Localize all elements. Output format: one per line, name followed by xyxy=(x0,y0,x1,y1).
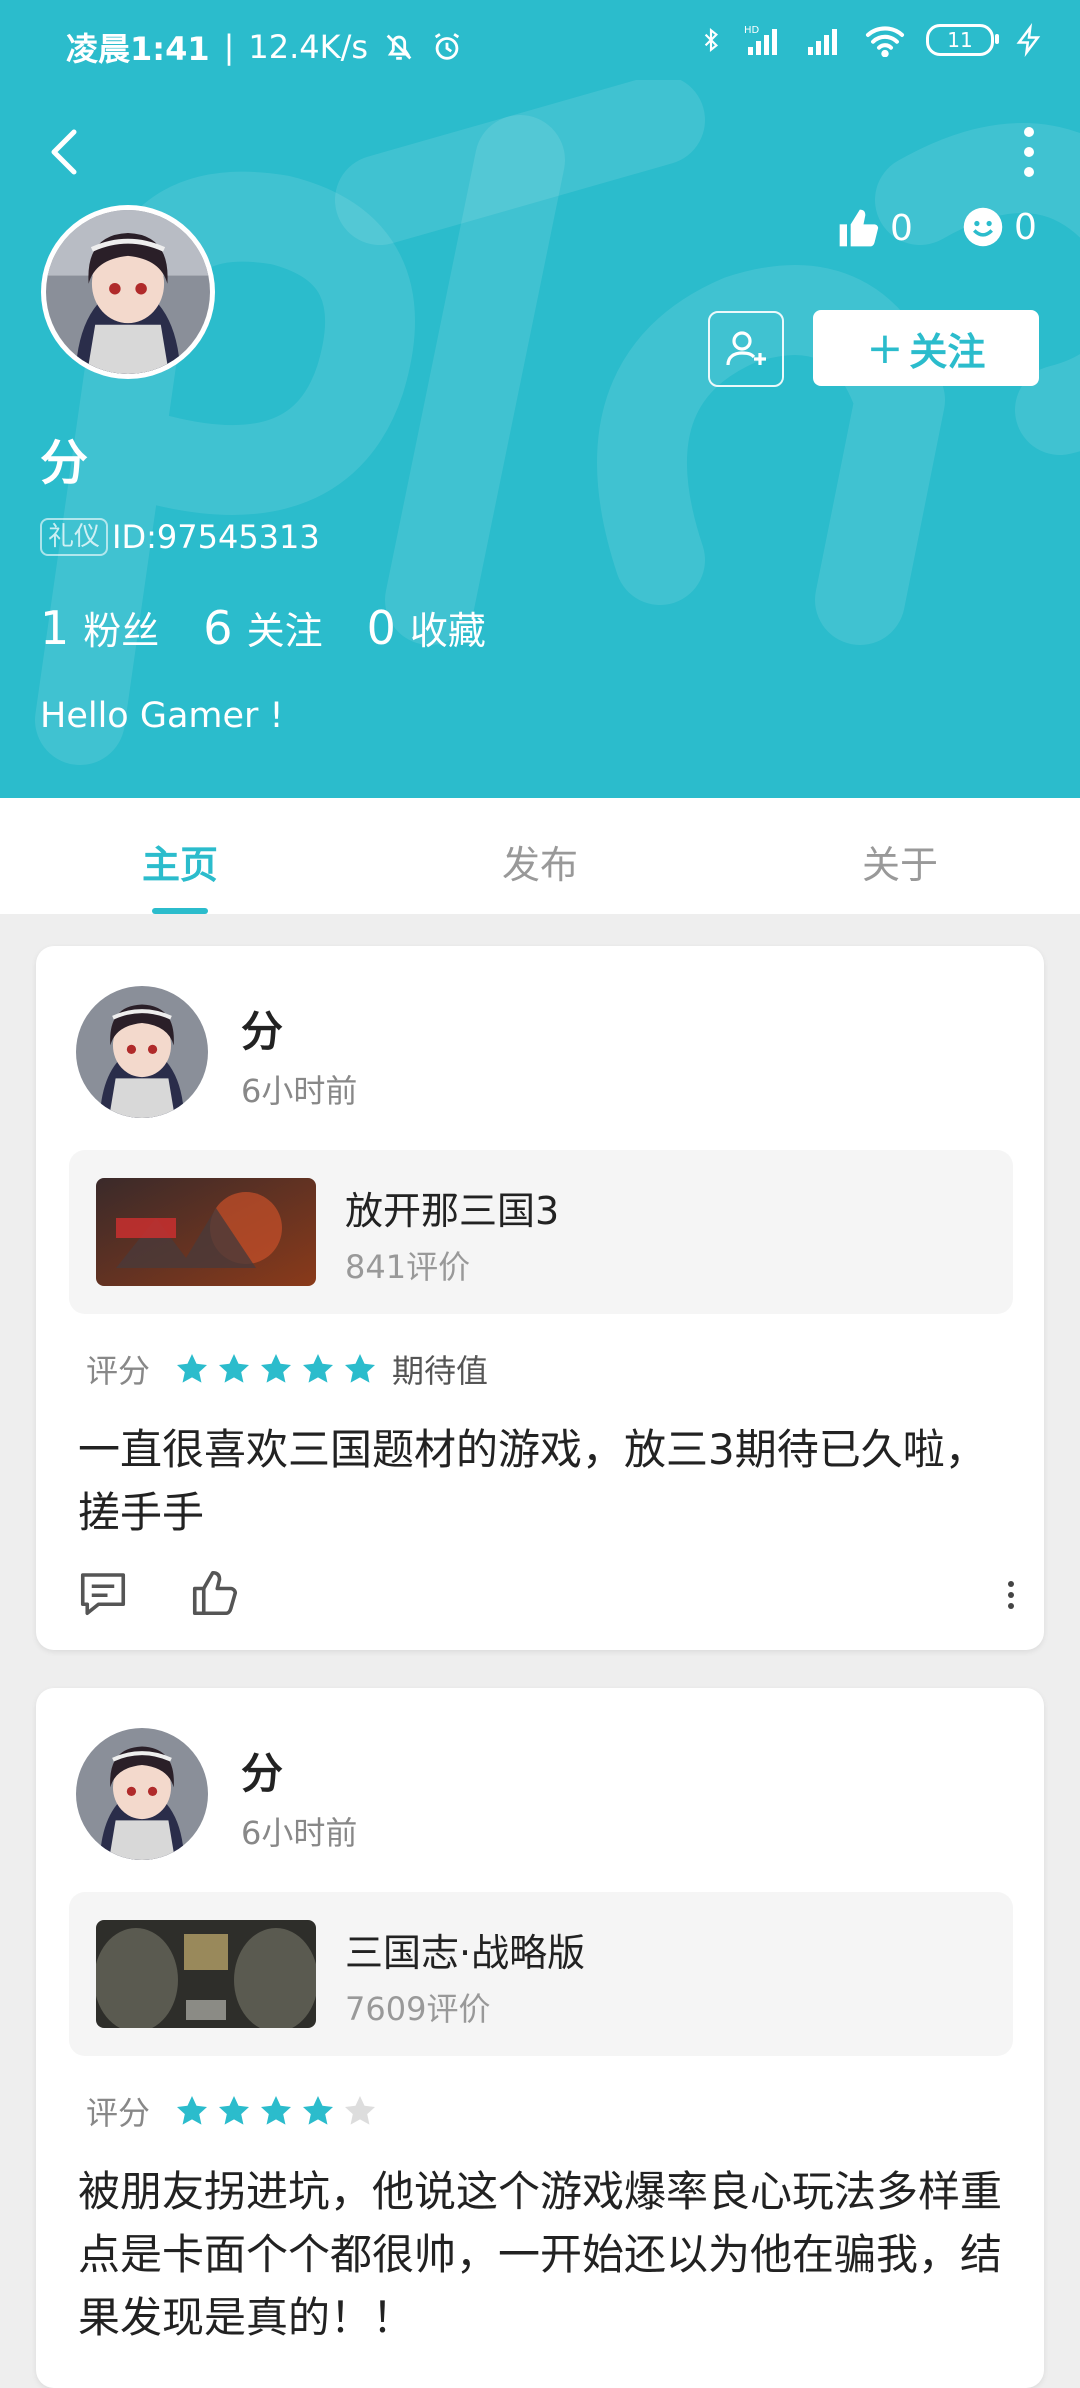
favorites-label[interactable]: 收藏 xyxy=(410,600,486,655)
game-image xyxy=(96,1920,316,2028)
more-vertical-icon[interactable] xyxy=(1006,1580,1016,1610)
rating-label: 评分 xyxy=(86,2094,151,2132)
author-avatar[interactable] xyxy=(76,986,208,1118)
post-time: 6小时前 xyxy=(241,1814,358,1852)
review-text[interactable]: 被朋友拐进坑，他说这个游戏爆率良心玩法多样重点是卡面个个都很帅，一开始还以为他在… xyxy=(78,2160,1008,2349)
star-rating xyxy=(174,1351,378,1387)
wifi-icon xyxy=(865,26,905,57)
follow-button[interactable]: + 关注 xyxy=(813,310,1039,386)
game-name: 放开那三国3 xyxy=(345,1189,560,1233)
thumbs-up-icon[interactable] xyxy=(188,1566,242,1620)
game-link[interactable]: 三国志·战略版 7609评价 xyxy=(69,1892,1013,2056)
star-rating xyxy=(174,2093,378,2129)
profile-bio: Hello Gamer ! xyxy=(40,696,284,736)
star-icon xyxy=(345,2096,376,2125)
status-bar: 凌晨1:41 | 12.4K/s HD 11 xyxy=(0,0,1080,90)
hd-signal-icon: HD xyxy=(744,25,777,55)
favorites-count[interactable]: 0 xyxy=(367,601,396,655)
battery-indicator: 11 xyxy=(926,24,999,56)
status-time: 凌晨1:41 xyxy=(66,30,210,68)
author-name[interactable]: 分 xyxy=(241,998,283,1059)
status-net-speed: 12.4K/s xyxy=(248,28,369,66)
profile-id: ID:97545313 xyxy=(112,518,320,556)
rating-row: 评分 xyxy=(86,2088,392,2134)
smiles-count: 0 xyxy=(1014,206,1037,248)
comment-icon[interactable] xyxy=(76,1566,130,1620)
rating-label: 评分 xyxy=(86,1352,151,1390)
avatar-image xyxy=(76,986,208,1118)
star-icon xyxy=(261,2096,292,2125)
bluetooth-icon xyxy=(704,27,719,53)
profile-tabs: 主页 发布 关于 xyxy=(0,798,1080,914)
following-label[interactable]: 关注 xyxy=(247,600,323,655)
add-user-icon xyxy=(726,331,766,366)
game-link[interactable]: 放开那三国3 841评价 xyxy=(69,1150,1013,1314)
back-arrow-icon[interactable] xyxy=(40,122,90,182)
rating-extra: 期待值 xyxy=(392,1352,489,1390)
smile-icon xyxy=(963,207,1003,247)
status-separator: | xyxy=(223,28,235,66)
battery-level: 11 xyxy=(947,28,973,52)
add-friend-button[interactable] xyxy=(708,311,784,387)
tab-posts[interactable]: 发布 xyxy=(502,834,578,889)
author-avatar[interactable] xyxy=(76,1728,208,1860)
likes-stat: 0 xyxy=(836,206,913,250)
svg-text:HD: HD xyxy=(744,25,760,36)
likes-count: 0 xyxy=(890,207,913,249)
review-card[interactable]: 分 6小时前 放开那三国3 841评价 评分 期待值 一直很喜欢三国题材的游戏，… xyxy=(36,946,1044,1650)
game-thumbnail xyxy=(96,1920,316,2028)
more-vertical-icon[interactable] xyxy=(1014,124,1044,180)
game-thumbnail xyxy=(96,1178,316,1286)
game-image xyxy=(96,1178,316,1286)
avatar-image xyxy=(76,1728,208,1860)
star-icon xyxy=(345,1354,376,1383)
star-icon xyxy=(219,1354,250,1383)
tab-indicator xyxy=(152,908,208,914)
signal-icon xyxy=(808,29,837,55)
author-name[interactable]: 分 xyxy=(241,1740,283,1801)
star-icon xyxy=(303,2096,334,2125)
alarm-icon xyxy=(434,33,460,60)
tab-about[interactable]: 关于 xyxy=(862,834,938,889)
profile-username: 分 xyxy=(40,435,89,491)
star-icon xyxy=(261,1354,292,1383)
charging-icon xyxy=(1016,23,1041,57)
following-count[interactable]: 6 xyxy=(203,601,232,655)
profile-header: 凌晨1:41 | 12.4K/s HD 11 0 0 + 关注 分 礼仪 ID:… xyxy=(0,0,1080,798)
id-badge: 礼仪 xyxy=(40,518,109,556)
star-icon xyxy=(177,1354,208,1383)
smiles-stat: 0 xyxy=(962,206,1037,248)
avatar-image xyxy=(46,210,210,374)
profile-avatar[interactable] xyxy=(41,205,215,379)
star-icon xyxy=(219,2096,250,2125)
fans-label[interactable]: 粉丝 xyxy=(83,600,159,655)
thumbs-up-icon xyxy=(839,209,879,247)
rating-row: 评分 期待值 xyxy=(86,1346,488,1392)
profile-id-row: 礼仪 ID:97545313 xyxy=(40,518,320,556)
post-actions xyxy=(76,1566,1016,1626)
tab-home[interactable]: 主页 xyxy=(142,834,218,889)
fans-count[interactable]: 1 xyxy=(40,601,69,655)
post-time: 6小时前 xyxy=(241,1072,358,1110)
star-icon xyxy=(177,2096,208,2125)
taptap-watermark xyxy=(35,80,1080,765)
review-text[interactable]: 一直很喜欢三国题材的游戏，放三3期待已久啦，搓手手 xyxy=(78,1418,1008,1544)
plus-icon: + xyxy=(866,322,904,374)
follow-stats: 1 粉丝 6 关注 0 收藏 xyxy=(40,600,530,655)
game-review-count: 841评价 xyxy=(345,1248,471,1286)
game-review-count: 7609评价 xyxy=(345,1990,491,2028)
review-card[interactable]: 分 6小时前 三国志·战略版 7609评价 评分 被朋友拐进坑，他说这个游戏爆率… xyxy=(36,1688,1044,2388)
star-icon xyxy=(303,1354,334,1383)
follow-label: 关注 xyxy=(909,329,986,374)
mute-bell-icon xyxy=(386,34,412,60)
game-name: 三国志·战略版 xyxy=(345,1931,586,1975)
